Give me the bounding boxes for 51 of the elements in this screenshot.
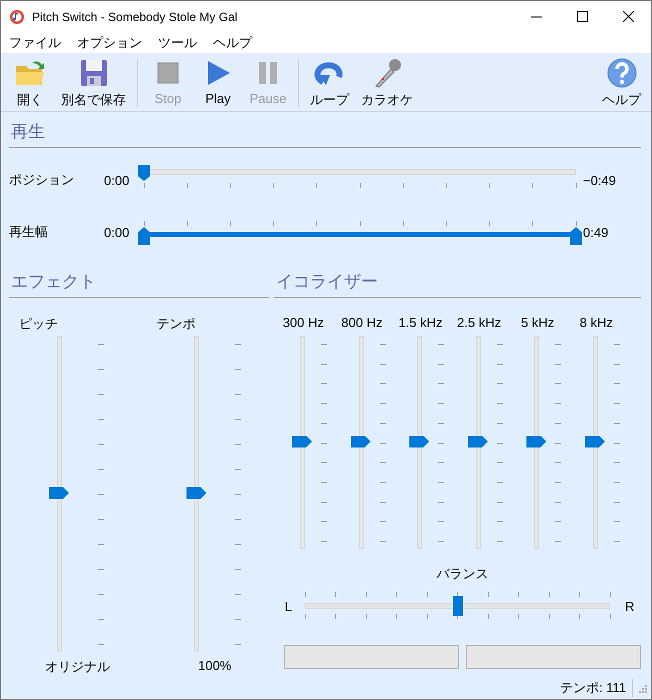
app-icon xyxy=(9,8,25,24)
slider-label: バランス xyxy=(436,565,488,583)
slider-thumb[interactable] xyxy=(468,436,488,448)
remaining-time: −0:49 xyxy=(583,172,617,188)
slider-value: オリジナル xyxy=(45,658,110,676)
close-icon[interactable] xyxy=(622,11,634,22)
slider-thumb[interactable] xyxy=(452,596,462,616)
start-time: 0:00 xyxy=(104,224,130,240)
toolbar-button[interactable]: カラオケ xyxy=(355,55,419,111)
start-time: 0:00 xyxy=(104,172,130,188)
resize-grip-icon xyxy=(637,683,647,693)
section-heading: イコライザー xyxy=(274,262,641,298)
band-label: 300 Hz xyxy=(282,315,324,332)
slider-thumb[interactable] xyxy=(49,487,69,499)
end-time: 0:49 xyxy=(583,224,610,240)
menu-item[interactable]: ファイル xyxy=(3,34,67,52)
section-heading: 再生 xyxy=(9,112,641,148)
slider-label: ピッチ xyxy=(18,315,58,333)
menu-item[interactable]: ツール xyxy=(152,34,203,52)
slider-value: 100% xyxy=(198,658,232,673)
toolbar-button[interactable]: Play xyxy=(193,55,243,111)
left-label: L xyxy=(284,598,293,614)
status-text: テンポ: 111 xyxy=(560,679,633,697)
help-icon xyxy=(606,57,638,89)
field-label: 再生幅 xyxy=(9,223,49,241)
slider-thumb[interactable] xyxy=(584,436,605,448)
toolbar-button[interactable]: 別名で保存 xyxy=(55,55,132,111)
right-label: R xyxy=(624,598,636,614)
slider-thumb[interactable] xyxy=(526,436,546,448)
slider-thumb[interactable] xyxy=(186,487,206,499)
toolbar-button[interactable]: ループ xyxy=(304,55,355,111)
slider-thumb[interactable] xyxy=(409,436,430,448)
maximize-icon[interactable] xyxy=(576,11,588,22)
field-label: ポジション xyxy=(9,171,75,189)
toolbar-button[interactable]: ヘルプ xyxy=(596,55,647,111)
slider-thumb[interactable] xyxy=(350,436,371,448)
band-label: 2.5 kHz xyxy=(457,315,502,332)
menu-item[interactable]: オプション xyxy=(71,34,148,52)
menu-item[interactable]: ヘルプ xyxy=(207,34,258,52)
band-label: 5 kHz xyxy=(521,315,554,332)
slider-thumb[interactable] xyxy=(292,436,312,448)
slider-label: テンポ xyxy=(155,315,196,333)
section-heading: エフェクト xyxy=(9,262,269,298)
band-label: 8 kHz xyxy=(580,315,613,332)
slider-thumb[interactable] xyxy=(570,227,582,245)
slider-thumb[interactable] xyxy=(138,165,150,181)
band-label: 1.5 kHz xyxy=(398,315,443,332)
window-title: Pitch Switch - Somebody Stole My Gal xyxy=(32,10,238,24)
band-label: 800 Hz xyxy=(341,315,382,332)
toolbar-button[interactable]: 開く xyxy=(5,55,55,111)
slider-thumb[interactable] xyxy=(138,227,150,245)
